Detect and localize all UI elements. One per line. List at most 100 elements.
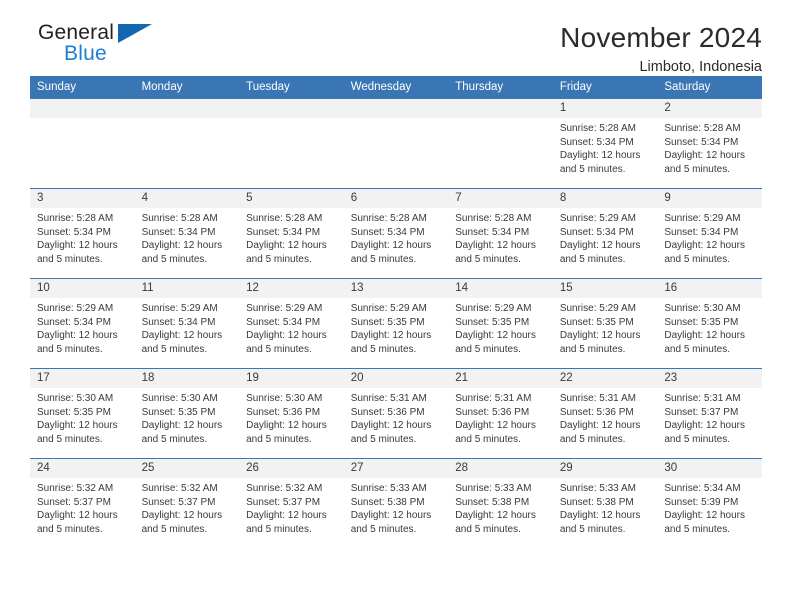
day-cell[interactable]: 27 Sunrise: 5:33 AM Sunset: 5:38 PM Dayligh… [343,458,449,549]
day-cell[interactable]: 24 Sunrise: 5:32 AM Sunset: 5:37 PM Dayligh… [30,458,135,549]
day-cell[interactable]: 9 Sunrise: 5:29 AM Sunset: 5:34 PM Daylight… [657,188,762,279]
day-cell[interactable]: 20 Sunrise: 5:31 AM Sunset: 5:36 PM Dayligh… [343,368,449,459]
day-number: 27 [343,459,449,478]
day-number: 6 [343,189,449,208]
day-cell[interactable]: 17 Sunrise: 5:30 AM Sunset: 5:35 PM Dayligh… [30,368,135,459]
sunrise-text: Sunrise: 5:31 AM [559,393,636,404]
day-number: 17 [30,369,135,388]
sunrise-text: Sunrise: 5:31 AM [455,393,532,404]
daylight-text-line2: and 5 minutes. [141,523,208,535]
daylight-text-line1: Daylight: 12 hours [141,330,223,342]
daylight-text-line1: Daylight: 12 hours [664,330,745,342]
day-cell[interactable]: 10 Sunrise: 5:29 AM Sunset: 5:34 PM Dayligh… [30,278,135,369]
calendar-header-row: Sunday Monday Tuesday Wednesday Thursday… [30,76,762,99]
daylight-text-line2: and 5 minutes. [37,523,103,535]
daylight-text-line1: Daylight: 12 hours [246,330,327,342]
day-cell[interactable] [239,98,344,189]
sunrise-text: Sunrise: 5:29 AM [455,303,532,314]
day-cell[interactable]: 16 Sunrise: 5:30 AM Sunset: 5:35 PM Dayligh… [657,278,762,369]
daylight-text-line2: and 5 minutes. [141,253,208,265]
day-details: Sunrise: 5:33 AM Sunset: 5:38 PM Daylight:… [344,478,449,536]
day-details: Sunrise: 5:30 AM Sunset: 5:36 PM Daylight:… [239,388,344,446]
daylight-text-line1: Daylight: 12 hours [246,510,327,522]
day-number: 14 [448,279,553,298]
day-cell[interactable] [448,98,553,189]
day-details: Sunrise: 5:28 AM Sunset: 5:34 PM Daylight:… [239,208,344,266]
day-cell[interactable]: 11 Sunrise: 5:29 AM Sunset: 5:34 PM Dayligh… [134,278,240,369]
day-cell[interactable]: 25 Sunrise: 5:32 AM Sunset: 5:37 PM Dayligh… [134,458,240,549]
day-cell[interactable]: 18 Sunrise: 5:30 AM Sunset: 5:35 PM Dayligh… [134,368,240,459]
sunrise-text: Sunrise: 5:28 AM [350,213,427,224]
daylight-text-line2: and 5 minutes. [37,343,103,355]
daylight-text-line1: Daylight: 12 hours [664,240,745,252]
sunrise-text: Sunrise: 5:29 AM [559,213,636,224]
day-number [134,99,240,118]
day-number: 19 [239,369,344,388]
sunset-text: Sunset: 5:34 PM [559,136,634,148]
day-cell[interactable]: 12 Sunrise: 5:29 AM Sunset: 5:34 PM Dayligh… [239,278,344,369]
day-cell[interactable]: 6 Sunrise: 5:28 AM Sunset: 5:34 PM Daylight… [343,188,449,279]
daylight-text-line2: and 5 minutes. [246,253,312,265]
day-details [30,118,135,122]
day-number: 2 [657,99,762,118]
sunset-text: Sunset: 5:36 PM [455,406,530,418]
sunset-text: Sunset: 5:35 PM [141,406,216,418]
sunrise-text: Sunrise: 5:31 AM [664,393,741,404]
day-cell[interactable]: 23 Sunrise: 5:31 AM Sunset: 5:37 PM Dayligh… [657,368,762,459]
week-row: 3 Sunrise: 5:28 AM Sunset: 5:34 PM Daylight… [30,188,762,279]
day-details: Sunrise: 5:30 AM Sunset: 5:35 PM Daylight:… [30,388,135,446]
weekday-header-sunday: Sunday [30,76,135,99]
brand-logo[interactable]: General Blue [30,22,170,70]
day-details: Sunrise: 5:29 AM Sunset: 5:35 PM Daylight:… [448,298,553,356]
daylight-text-line2: and 5 minutes. [455,343,521,355]
day-cell[interactable]: 26 Sunrise: 5:32 AM Sunset: 5:37 PM Dayligh… [239,458,344,549]
day-cell[interactable]: 8 Sunrise: 5:29 AM Sunset: 5:34 PM Daylight… [552,188,658,279]
day-cell[interactable] [30,98,135,189]
day-number: 4 [134,189,240,208]
day-cell[interactable] [134,98,240,189]
day-cell[interactable]: 21 Sunrise: 5:31 AM Sunset: 5:36 PM Dayligh… [448,368,553,459]
day-number: 7 [448,189,553,208]
day-cell[interactable]: 19 Sunrise: 5:30 AM Sunset: 5:36 PM Dayligh… [239,368,344,459]
sunset-text: Sunset: 5:37 PM [37,496,111,508]
sunset-text: Sunset: 5:34 PM [664,136,739,148]
day-number [448,99,553,118]
day-cell[interactable] [343,98,449,189]
sunset-text: Sunset: 5:35 PM [37,406,111,418]
sunrise-text: Sunrise: 5:28 AM [455,213,532,224]
day-details: Sunrise: 5:28 AM Sunset: 5:34 PM Daylight:… [135,208,240,266]
daylight-text-line1: Daylight: 12 hours [664,150,745,162]
weekday-header-friday: Friday [552,76,658,99]
sunrise-text: Sunrise: 5:32 AM [37,483,114,494]
day-number: 28 [448,459,553,478]
day-cell[interactable]: 3 Sunrise: 5:28 AM Sunset: 5:34 PM Daylight… [30,188,135,279]
day-cell[interactable]: 29 Sunrise: 5:33 AM Sunset: 5:38 PM Dayligh… [552,458,658,549]
daylight-text-line1: Daylight: 12 hours [37,240,118,252]
day-details: Sunrise: 5:29 AM Sunset: 5:35 PM Daylight:… [344,298,449,356]
day-cell[interactable]: 30 Sunrise: 5:34 AM Sunset: 5:39 PM Dayligh… [657,458,762,549]
day-number: 16 [657,279,762,298]
daylight-text-line2: and 5 minutes. [664,433,730,445]
day-cell[interactable]: 5 Sunrise: 5:28 AM Sunset: 5:34 PM Daylight… [239,188,344,279]
day-cell[interactable]: 7 Sunrise: 5:28 AM Sunset: 5:34 PM Daylight… [448,188,553,279]
day-cell[interactable]: 1 Sunrise: 5:28 AM Sunset: 5:34 PM Daylight… [552,98,658,189]
page-subtitle: Limboto, Indonesia [639,59,762,75]
weekday-header-thursday: Thursday [448,76,553,99]
day-number: 20 [343,369,449,388]
day-cell[interactable]: 4 Sunrise: 5:28 AM Sunset: 5:34 PM Daylight… [134,188,240,279]
day-details: Sunrise: 5:31 AM Sunset: 5:37 PM Daylight:… [657,388,762,446]
sunrise-text: Sunrise: 5:28 AM [559,123,636,134]
day-cell[interactable]: 13 Sunrise: 5:29 AM Sunset: 5:35 PM Dayligh… [343,278,449,369]
daylight-text-line2: and 5 minutes. [350,343,417,355]
sunset-text: Sunset: 5:36 PM [350,406,425,418]
day-cell[interactable]: 2 Sunrise: 5:28 AM Sunset: 5:34 PM Daylight… [657,98,762,189]
daylight-text-line2: and 5 minutes. [559,433,626,445]
day-cell[interactable]: 28 Sunrise: 5:33 AM Sunset: 5:38 PM Dayligh… [448,458,553,549]
day-cell[interactable]: 22 Sunrise: 5:31 AM Sunset: 5:36 PM Dayligh… [552,368,658,459]
sunset-text: Sunset: 5:34 PM [141,226,216,238]
day-cell[interactable]: 14 Sunrise: 5:29 AM Sunset: 5:35 PM Dayligh… [448,278,553,369]
day-cell[interactable]: 15 Sunrise: 5:29 AM Sunset: 5:35 PM Dayligh… [552,278,658,369]
page-header: General Blue November 2024 Limboto, Indo… [30,0,762,76]
sunset-text: Sunset: 5:38 PM [455,496,530,508]
daylight-text-line2: and 5 minutes. [455,523,521,535]
